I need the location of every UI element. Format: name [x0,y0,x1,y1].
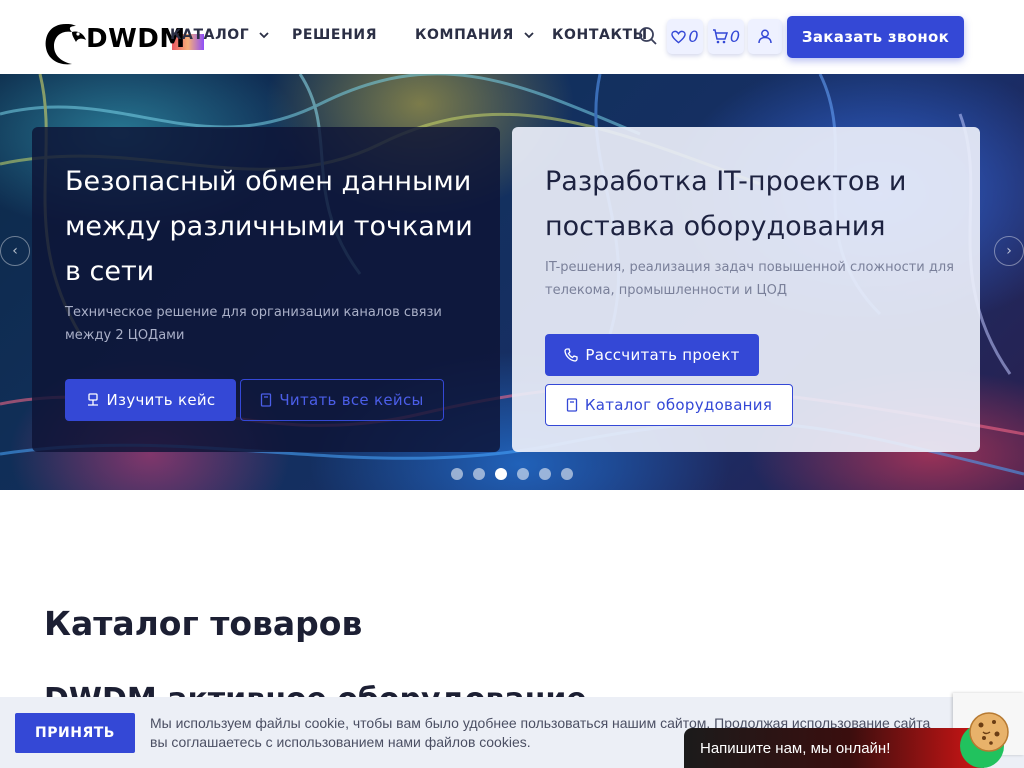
nav-item-label: КОМПАНИЯ [415,27,514,43]
book-icon [566,398,577,412]
nav-item-label: РЕШЕНИЯ [292,27,378,43]
slide-subtitle: Техническое решение для организации кана… [65,305,442,343]
chat-widget[interactable]: Напишите нам, мы онлайн! [684,728,984,768]
order-call-button[interactable]: Заказать звонок [787,16,964,58]
book-icon [261,393,272,407]
slide-card-case: Безопасный обмен данными между различным… [32,127,500,452]
chevron-down-icon [524,32,534,39]
read-all-cases-button[interactable]: Читать все кейсы [240,379,444,421]
slider-dot-1[interactable] [451,468,463,480]
dragon-logo-icon [45,24,86,65]
button-label: Каталог оборудования [584,396,773,414]
slider-prev-button[interactable]: ‹ [0,236,30,266]
accept-cookies-button[interactable]: ПРИНЯТЬ [15,713,135,753]
heart-icon [671,30,687,44]
nav-item-contacts[interactable]: КОНТАКТЫ [552,27,648,43]
slider-dot-2[interactable] [473,468,485,480]
slider-dot-3[interactable] [495,468,507,480]
button-label: Изучить кейс [106,391,216,409]
slide-card-projects: Разработка IT-проектов и поставка оборуд… [512,127,980,452]
button-label: Рассчитать проект [585,346,740,364]
slide-title: Безопасный обмен данными между различным… [65,166,473,287]
chevron-down-icon [259,32,269,39]
favorites-count: 0 [688,27,699,46]
search-icon[interactable] [638,26,658,46]
slider-pagination [451,468,573,480]
slide-subtitle: IT-решения, реализация задач повышенной … [545,260,954,298]
nav-item-label: КОНТАКТЫ [552,27,648,43]
cookie-icon[interactable] [966,710,1012,754]
study-case-button[interactable]: Изучить кейс [65,379,236,421]
button-label: Читать все кейсы [279,391,424,409]
cart-count: 0 [729,27,741,46]
nav-item-label: КАТАЛОГ [170,27,250,43]
equipment-catalog-button[interactable]: Каталог оборудования [545,384,793,426]
favorites-button[interactable]: 0 [667,19,703,54]
site-header: DWDM КАТАЛОГ РЕШЕНИЯ КОМПАНИЯ КОНТАКТЫ 0… [0,0,1024,74]
nav-item-catalog[interactable]: КАТАЛОГ [170,27,271,43]
cart-button[interactable]: 0 [708,19,744,54]
slider-dot-4[interactable] [517,468,529,480]
slider-next-button[interactable]: › [994,236,1024,266]
phone-icon [564,348,579,362]
network-icon [87,393,98,406]
chat-label: Напишите нам, мы онлайн! [700,739,891,757]
calculate-project-button[interactable]: Рассчитать проект [545,334,759,376]
slider-dot-5[interactable] [539,468,551,480]
slider-dot-6[interactable] [561,468,573,480]
chevron-right-icon: › [1006,243,1012,259]
nav-item-company[interactable]: КОМПАНИЯ [415,27,536,43]
slide-title: Разработка IT-проектов и поставка оборуд… [545,166,907,242]
section-title: Каталог товаров [44,604,363,643]
account-button[interactable] [748,19,782,54]
cart-icon [712,29,728,44]
user-icon [758,29,772,44]
hero-slider: ‹ › Безопасный обмен данными между разли… [0,74,1024,490]
nav-item-solutions[interactable]: РЕШЕНИЯ [292,27,377,43]
chevron-left-icon: ‹ [12,243,18,259]
